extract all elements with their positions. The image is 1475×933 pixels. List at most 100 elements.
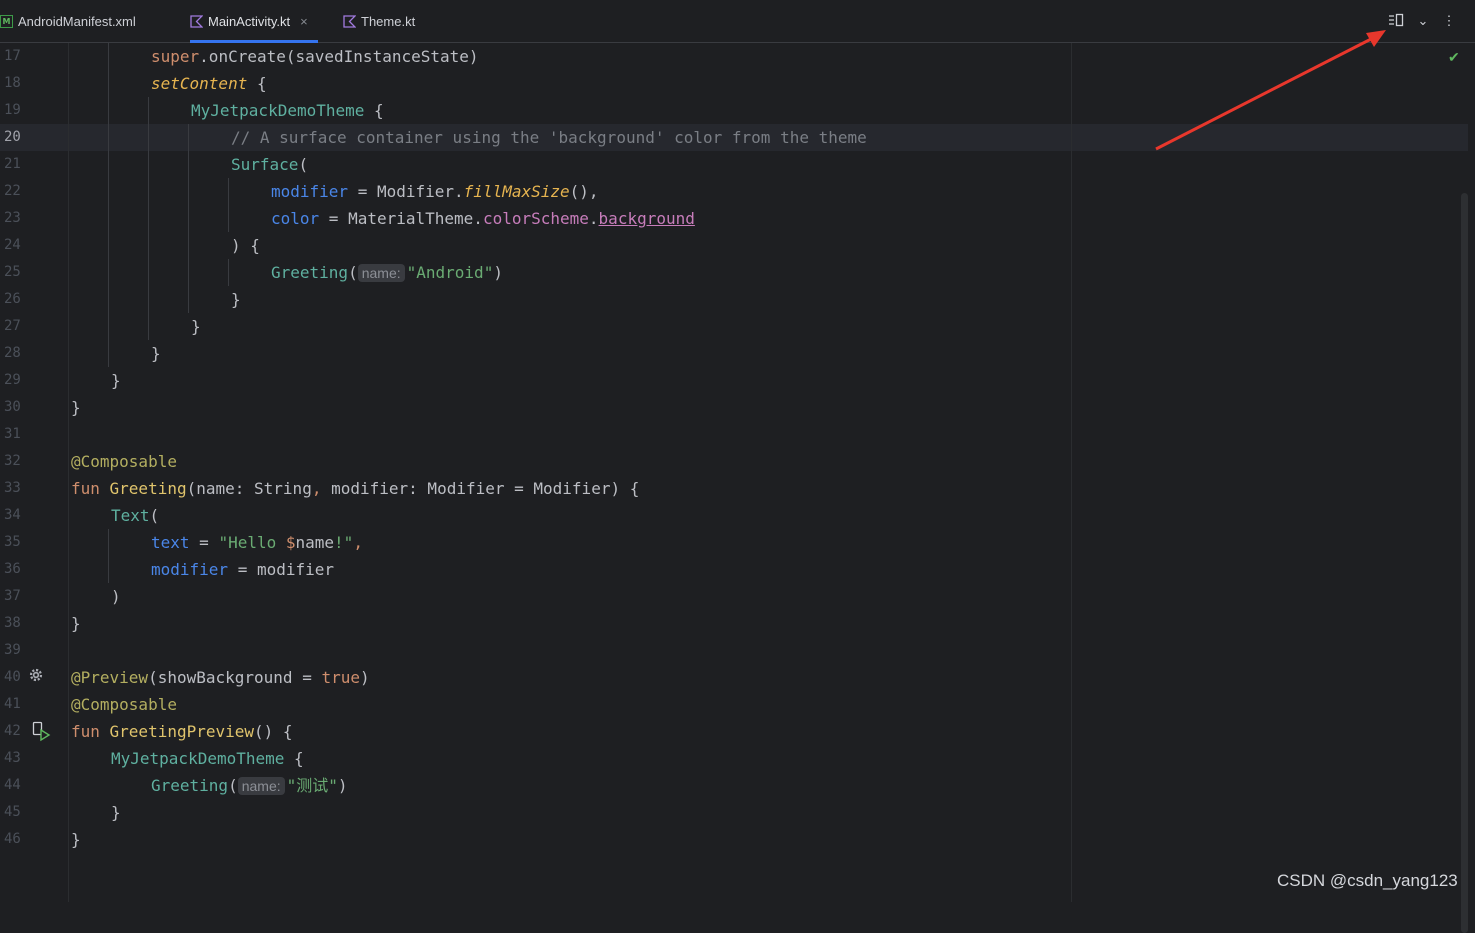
code-line-25[interactable]: Greeting(name: "Android") <box>271 259 503 286</box>
code-line-43[interactable]: MyJetpackDemoTheme { <box>111 745 304 772</box>
code-editor[interactable]: 17 18 19 20 21 22 23 24 25 26 27 28 29 30 31 32 33 34 35 36… <box>0 43 1475 933</box>
line-number[interactable]: 20 <box>4 124 34 151</box>
run-preview-icon[interactable] <box>30 720 52 747</box>
code-token: colorScheme <box>482 209 589 228</box>
line-number[interactable]: 34 <box>4 502 34 529</box>
line-number[interactable]: 25 <box>4 259 34 286</box>
code-token: MyJetpackDemoTheme <box>111 749 285 768</box>
line-number[interactable]: 18 <box>4 70 34 97</box>
code-line-32[interactable]: @Composable <box>71 448 177 475</box>
line-number[interactable]: 27 <box>4 313 34 340</box>
checkmark-icon[interactable]: ✔ <box>1448 49 1460 66</box>
code-token: super <box>151 47 200 66</box>
code-line-24[interactable]: ) { <box>231 232 260 259</box>
line-number[interactable]: 46 <box>4 826 34 853</box>
close-tab-icon[interactable]: × <box>300 14 308 29</box>
code-token: Surface <box>231 155 299 174</box>
code-token: ) <box>359 668 370 687</box>
line-number[interactable]: 29 <box>4 367 34 394</box>
code-line-40[interactable]: @Preview(showBackground = true) <box>71 664 370 691</box>
code-line-37[interactable]: ) <box>111 583 121 610</box>
code-string: "测试" <box>286 776 338 795</box>
code-token: Greeting <box>271 263 349 282</box>
code-keyword: fun <box>71 479 110 498</box>
indent-guide <box>228 178 229 232</box>
line-number[interactable]: 17 <box>4 43 34 70</box>
code-line-18[interactable]: setContent { <box>151 70 267 97</box>
gear-icon[interactable] <box>28 667 44 688</box>
code-token: { <box>364 101 384 120</box>
code-token: ( <box>228 776 238 795</box>
tab-main-activity[interactable]: MainActivity.kt × <box>190 0 318 43</box>
line-number[interactable]: 41 <box>4 691 34 718</box>
tab-list-dropdown-button[interactable]: ⌄ <box>1412 0 1434 42</box>
line-number[interactable]: 22 <box>4 178 34 205</box>
line-number[interactable]: 21 <box>4 151 34 178</box>
code-line-42[interactable]: fun GreetingPreview() { <box>71 718 293 745</box>
more-options-button[interactable]: ⋮ <box>1438 0 1460 42</box>
code-line-35[interactable]: text = "Hello $name!", <box>151 529 363 556</box>
line-number[interactable]: 35 <box>4 529 34 556</box>
code-line-46[interactable]: } <box>71 826 81 853</box>
code-token: } <box>71 614 81 633</box>
code-token: name <box>295 533 335 552</box>
code-token: = <box>189 533 219 552</box>
code-line-19[interactable]: MyJetpackDemoTheme { <box>191 97 384 124</box>
line-number[interactable]: 38 <box>4 610 34 637</box>
code-line-41[interactable]: @Composable <box>71 691 177 718</box>
code-token: } <box>231 290 241 309</box>
code-line-21[interactable]: Surface( <box>231 151 308 178</box>
line-number[interactable]: 32 <box>4 448 34 475</box>
code-keyword: true <box>321 668 360 687</box>
code-line-30[interactable]: } <box>71 394 81 421</box>
code-line-17[interactable]: super.onCreate(savedInstanceState) <box>151 43 479 70</box>
code-line-22[interactable]: modifier = Modifier.fillMaxSize(), <box>271 178 599 205</box>
line-number[interactable]: 23 <box>4 205 34 232</box>
line-number[interactable]: 26 <box>4 286 34 313</box>
code-line-27[interactable]: } <box>191 313 201 340</box>
line-number[interactable]: 31 <box>4 421 34 448</box>
line-number[interactable]: 37 <box>4 583 34 610</box>
tab-android-manifest[interactable]: M AndroidManifest.xml <box>0 0 136 42</box>
line-number[interactable]: 28 <box>4 340 34 367</box>
code-token: } <box>71 830 81 849</box>
code-token: } <box>71 398 81 417</box>
line-number[interactable]: 19 <box>4 97 34 124</box>
code-line-26[interactable]: } <box>231 286 241 313</box>
code-token: modifier <box>256 560 335 579</box>
line-number[interactable]: 36 <box>4 556 34 583</box>
line-number[interactable]: 33 <box>4 475 34 502</box>
code-token: ( <box>149 506 160 525</box>
code-token: Greeting <box>151 776 229 795</box>
code-line-28[interactable]: } <box>151 340 161 367</box>
indent-guide <box>148 97 149 340</box>
line-number[interactable]: 43 <box>4 745 34 772</box>
line-number[interactable]: 30 <box>4 394 34 421</box>
code-token: } <box>191 317 201 336</box>
code-line-29[interactable]: } <box>111 367 121 394</box>
code-line-38[interactable]: } <box>71 610 81 637</box>
code-line-20[interactable]: // A surface container using the 'backgr… <box>231 124 867 151</box>
code-token: background <box>598 209 695 228</box>
code-token: text <box>151 533 190 552</box>
code-token: { <box>247 74 267 93</box>
vertical-scrollbar[interactable] <box>1461 193 1468 933</box>
line-number[interactable]: 44 <box>4 772 34 799</box>
indent-guide <box>188 124 189 313</box>
code-line-44[interactable]: Greeting(name: "测试") <box>151 772 348 799</box>
code-string: "Android" <box>406 263 494 282</box>
code-line-45[interactable]: } <box>111 799 121 826</box>
line-number[interactable]: 45 <box>4 799 34 826</box>
code-line-23[interactable]: color = MaterialTheme.colorScheme.backgr… <box>271 205 695 232</box>
line-number[interactable]: 39 <box>4 637 34 664</box>
code-line-36[interactable]: modifier = modifier <box>151 556 334 583</box>
line-number[interactable]: 24 <box>4 232 34 259</box>
code-token: (name: String <box>186 479 312 498</box>
code-line-34[interactable]: Text( <box>111 502 159 529</box>
code-token: fillMaxSize <box>463 182 570 201</box>
code-annotation: @Preview <box>71 668 149 687</box>
code-line-33[interactable]: fun Greeting(name: String, modifier: Mod… <box>71 475 639 502</box>
kotlin-file-icon <box>190 14 203 28</box>
code-token: GreetingPreview <box>109 722 255 741</box>
tab-theme[interactable]: Theme.kt <box>343 0 415 42</box>
